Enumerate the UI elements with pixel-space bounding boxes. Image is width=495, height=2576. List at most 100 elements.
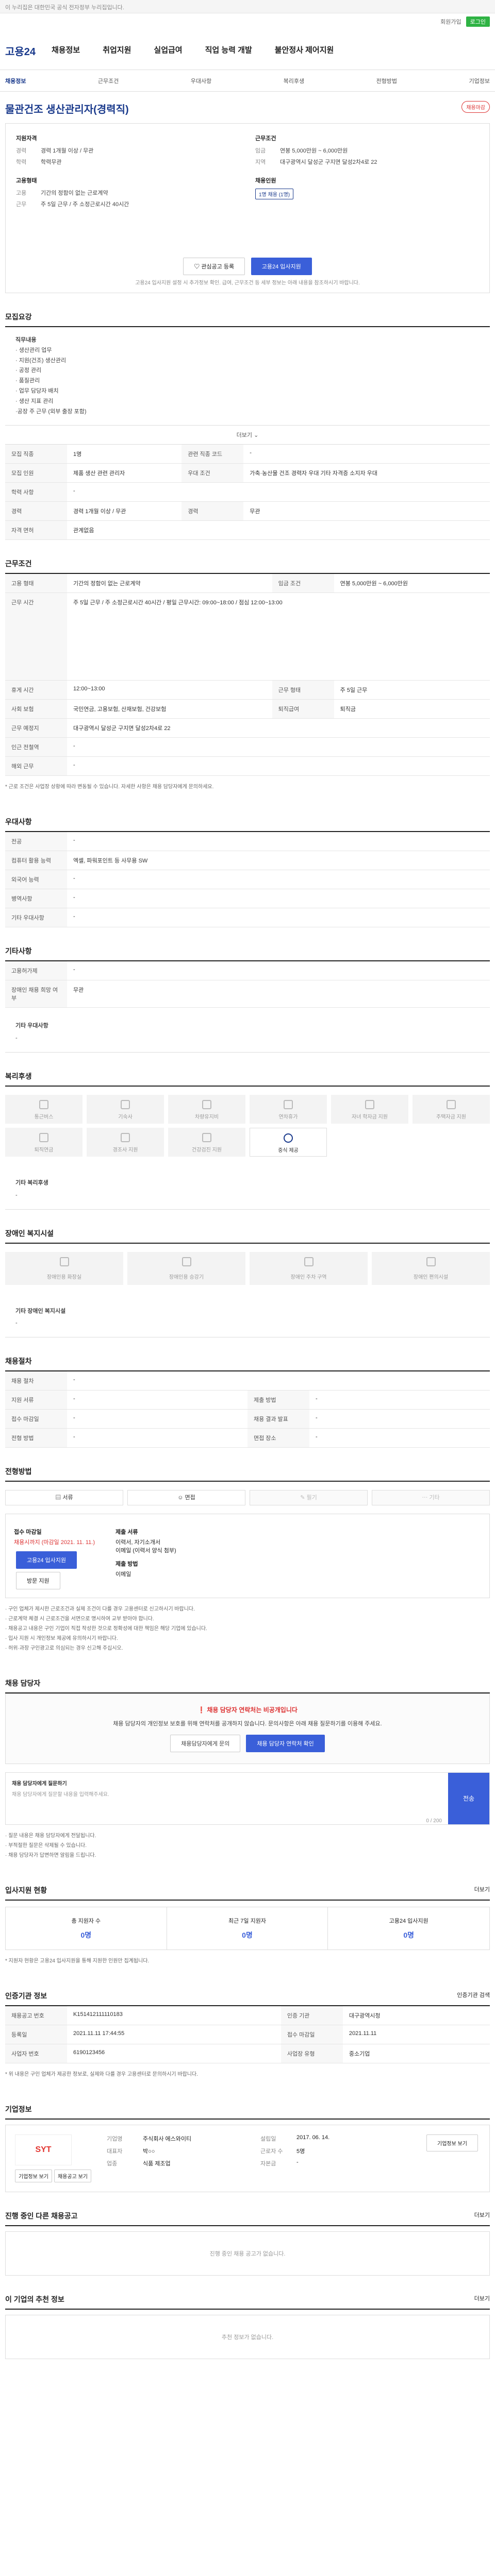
site-logo[interactable]: 고용24 xyxy=(5,43,36,58)
contact-alert: ❗ 채용 담당자 연락처는 비공개입니다 채용 담당자의 개인정보 보호를 위해… xyxy=(5,1693,490,1765)
apply-button-bottom[interactable]: 고용24 입사지원 xyxy=(16,1551,77,1569)
conditions-note: * 근로 조건은 사업장 상황에 따라 변동될 수 있습니다. 자세한 사항은 … xyxy=(5,784,214,790)
table-row: 사회 보험 국민연금, 고용보험, 산재보험, 건강보험 퇴직급여 퇴직금 xyxy=(5,699,490,719)
gov-banner: 이 누리집은 대한민국 공식 전자정부 누리집입니다. xyxy=(0,0,495,13)
document-icon: ▤ xyxy=(55,1495,63,1501)
section-title: 장애인 복지시설 xyxy=(5,1228,490,1244)
extra-note: 기타 우대사항 - xyxy=(5,1008,490,1053)
elevator-icon xyxy=(182,1257,191,1266)
info-note: * 위 내용은 구인 업체가 제공한 정보로, 실제와 다를 경우 고용센터로 … xyxy=(5,2072,198,2078)
alert-icon: ❗ xyxy=(197,1706,207,1714)
extra-table: 고용허가제 - 장애인 채용 희망 여부 무관 xyxy=(5,961,490,1008)
welfare-item-active: 중식 제공 xyxy=(250,1127,327,1157)
util-menu: 회원가입 로그인 xyxy=(440,16,490,27)
question-box: 채용 담당자에게 질문하기 채용 담당자에게 질문할 내용을 입력해주세요. 0… xyxy=(5,1772,490,1825)
bus-icon xyxy=(39,1099,48,1109)
apply-deadline: 접수 마감일 채용시까지 (마감일 2021. 11. 11.) 고용24 입사… xyxy=(14,1522,95,1590)
question-send-button[interactable]: 전송 xyxy=(448,1773,489,1825)
anchor-welfare[interactable]: 복리후생 xyxy=(284,77,304,85)
recommend-section: 이 기업의 추천 정보 더보기 추천 정보가 없습니다. xyxy=(5,2294,490,2360)
accessible-section: 장애인 복지시설 장애인용 화장실 장애인용 승강기 장애인 주차 구역 장애인… xyxy=(5,1228,490,1338)
login-button[interactable]: 로그인 xyxy=(466,16,490,27)
anchor-company[interactable]: 기업정보 xyxy=(469,77,489,85)
company-detail-button[interactable]: 기업정보 보기 xyxy=(426,2134,478,2152)
section-title: 기업정보 xyxy=(5,2104,490,2120)
table-row: 전형 방법 - 면접 장소 - xyxy=(5,1428,490,1448)
anchor-method[interactable]: 전형방법 xyxy=(376,77,397,85)
extra-section: 기타사항 고용허가제 - 장애인 채용 희망 여부 무관 기타 우대사항 - xyxy=(5,946,490,1053)
job-description: 직무내용 · 생산관리 업무 · 지원(건조) 생산관리 · 공정 관리 · 품… xyxy=(5,327,490,426)
stats-more-link[interactable]: 더보기 xyxy=(474,1885,490,1893)
table-row: 등록일 2021.11.11 17:44:55 접수 마감일 2021.11.11 xyxy=(5,2025,490,2045)
method-written: ✎ 필기 xyxy=(250,1490,368,1506)
gnb-item-support[interactable]: 취업지원 xyxy=(103,44,131,55)
info-section: 인증기관 정보 인증기관 검색 채용공고 번호 K151412111110183 인증… xyxy=(5,1991,490,2086)
table-row: 채용 절차 - xyxy=(5,1371,490,1391)
house-icon xyxy=(121,1099,130,1109)
table-row: 근무 예정지 대구광역시 달성군 구지면 달성2차4로 22 xyxy=(5,718,490,738)
table-row: 기타 우대사항 - xyxy=(5,908,490,928)
welfare-note: 기타 복리후생 - xyxy=(5,1165,490,1210)
more-button[interactable]: 더보기 ⌄ xyxy=(5,426,490,445)
accessible-item: 장애인 주차 구역 xyxy=(250,1251,368,1285)
anchor-preferred[interactable]: 우대사항 xyxy=(191,77,211,85)
welfare-item: 차량유지비 xyxy=(168,1094,245,1124)
health-icon xyxy=(202,1132,211,1142)
gnb-item-unstable[interactable]: 불안정사 제어지원 xyxy=(275,44,334,55)
empty-state: 추천 정보가 없습니다. xyxy=(5,2315,490,2360)
welfare-item: 자녀 학자금 지원 xyxy=(331,1094,408,1124)
preferred-table: 전공 - 컴퓨터 활용 능력 엑셀, 파워포인트 등 사무용 SW 외국어 능력 - … xyxy=(5,832,490,928)
other-jobs-more-link[interactable]: 더보기 xyxy=(474,2211,490,2219)
contact-inquiry-button[interactable]: 채용담당자에게 문의 xyxy=(170,1735,241,1753)
table-row: 근무 시간 주 5일 근무 / 주 소정근로시간 40시간 / 평일 근무시간: … xyxy=(5,592,490,681)
conditions-table: 고용 형태 기간의 정함이 없는 근로계약 임금 조건 연봉 5,000만원 ~ 6,… xyxy=(5,574,490,776)
apply-button[interactable]: 고용24 입사지원 xyxy=(251,258,312,275)
method-grid: ▤ 서류 ☺ 면접 ✎ 필기 ⋯ 기타 xyxy=(5,1490,490,1506)
accessible-grid: 장애인용 화장실 장애인용 승강기 장애인 주차 구역 장애인 편의시설 xyxy=(5,1244,490,1293)
section-title: 채용 담당자 xyxy=(5,1678,490,1694)
stats-note: * 지원자 현황은 고용24 입사지원을 통해 지원한 인원만 집계됩니다. xyxy=(5,1958,150,1964)
accessible-item: 장애인 편의시설 xyxy=(372,1251,490,1285)
company-info-button[interactable]: 기업정보 보기 xyxy=(15,2170,52,2183)
section-title: 입사지원 현황 더보기 xyxy=(5,1885,490,1901)
company-section: 기업정보 SYT 기업정보 보기 채용공고 보기 기업명 주식회사 에스와이티 설… xyxy=(5,2104,490,2193)
anchor-conditions[interactable]: 근무조건 xyxy=(98,77,119,85)
welfare-item: 건강검진 지원 xyxy=(168,1127,245,1157)
welfare-item: 연차휴가 xyxy=(250,1094,327,1124)
info-search-button[interactable]: 인증기관 검색 xyxy=(457,1991,490,1999)
char-counter: 0 / 200 xyxy=(426,1818,442,1824)
table-row: 컴퓨터 활용 능력 엑셀, 파워포인트 등 사무용 SW xyxy=(5,851,490,871)
summary-conditions: 근무조건 임금 연봉 5,000만원 ~ 6,000만원 지역 대구광역시 달성군 … xyxy=(255,135,377,165)
question-input[interactable]: 채용 담당자에게 질문하기 채용 담당자에게 질문할 내용을 입력해주세요. 0… xyxy=(6,1773,448,1824)
section-title: 진행 중인 다른 채용공고 더보기 xyxy=(5,2211,490,2227)
process-section: 채용절차 채용 절차 - 지원 서류 - 제출 방법 - 접수 마감일 - 채용 결과 발표… xyxy=(5,1356,490,1448)
company-card: SYT 기업정보 보기 채용공고 보기 기업명 주식회사 에스와이티 설립일 201… xyxy=(5,2125,490,2193)
gnb-item-jobs[interactable]: 채용정보 xyxy=(52,44,80,55)
status-badge: 채용마감 xyxy=(461,101,490,113)
gnb-item-training[interactable]: 직업 능력 개발 xyxy=(205,44,252,55)
table-row: 채용공고 번호 K151412111110183 인증 기관 대구광역시청 xyxy=(5,2006,490,2026)
other-jobs-section: 진행 중인 다른 채용공고 더보기 진행 중인 채용 공고가 없습니다. xyxy=(5,2211,490,2276)
piggy-bank-icon xyxy=(39,1132,48,1142)
company-jobs-button[interactable]: 채용공고 보기 xyxy=(54,2170,91,2183)
recruit-section: 모집요강 직무내용 · 생산관리 업무 · 지원(건조) 생산관리 · 공정 관… xyxy=(5,312,490,540)
job-summary: 지원자격 경력 경력 1개월 이상 / 무관 학력 학력무관 근무조건 임금 연봉 5… xyxy=(5,123,490,293)
apply-docs: 제출 서류 이력서, 자기소개서 이메일 (이력서 양식 첨부) 제출 방법 이… xyxy=(116,1529,176,1578)
section-title: 인증기관 정보 인증기관 검색 xyxy=(5,1991,490,2007)
visit-apply-button[interactable]: 방문 지원 xyxy=(16,1572,60,1590)
welfare-grid: 통근버스 기숙사 차량유지비 연차휴가 자녀 학자금 지원 주택자금 지원 퇴직… xyxy=(5,1087,490,1165)
gnb-item-benefit[interactable]: 실업급여 xyxy=(154,44,182,55)
apply-method: 접수 마감일 채용시까지 (마감일 2021. 11. 11.) 고용24 입사… xyxy=(5,1514,490,1599)
summary-qualification: 지원자격 경력 경력 1개월 이상 / 무관 학력 학력무관 xyxy=(16,135,94,165)
info-table: 채용공고 번호 K151412111110183 인증 기관 대구광역시청 등록일 20… xyxy=(5,2006,490,2064)
welfare-item: 경조사 지원 xyxy=(87,1127,164,1157)
contact-view-button[interactable]: 채용 담당자 연락처 확인 xyxy=(246,1735,325,1753)
section-title: 복리후생 xyxy=(5,1071,490,1087)
favorite-button[interactable]: ♡ 관심공고 등록 xyxy=(183,258,245,275)
stats-section: 입사지원 현황 더보기 총 지원자 수 0명 최근 7일 지원자 0명 고용24 입사… xyxy=(5,1885,490,1972)
anchor-recruit[interactable]: 채용정보 xyxy=(5,77,26,85)
summary-employment: 고용형태 고용 기간의 정함이 없는 근로계약 근무 주 5일 근무 / 주 소정근… xyxy=(16,178,129,208)
recommend-more-link[interactable]: 더보기 xyxy=(474,2294,490,2302)
process-table: 채용 절차 - 지원 서류 - 제출 방법 - 접수 마감일 - 채용 결과 발표 - 전형 … xyxy=(5,1371,490,1448)
signup-link[interactable]: 회원가입 xyxy=(440,19,461,25)
